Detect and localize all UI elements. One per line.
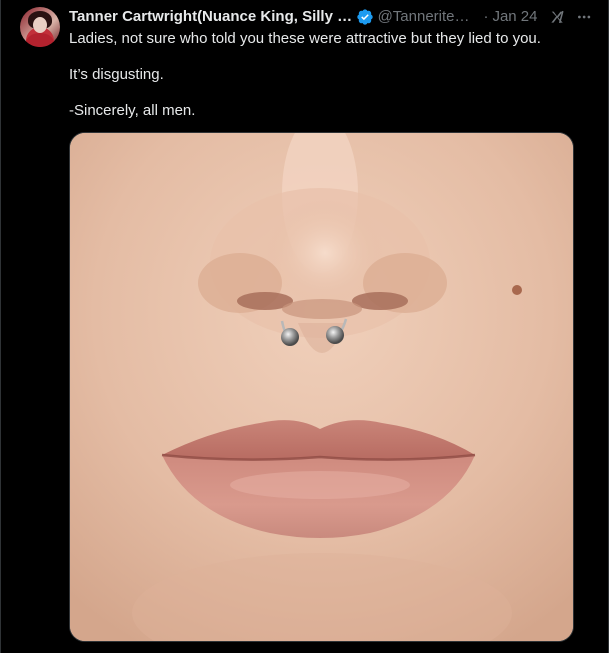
tweet-media-image[interactable]	[69, 132, 574, 642]
avatar-face	[33, 17, 47, 33]
verified-badge-icon[interactable]	[356, 8, 374, 26]
tweet-header: Tanner Cartwright(Nuance King, Silly Bap…	[69, 7, 592, 27]
display-name[interactable]: Tanner Cartwright(Nuance King, Silly Bap…	[69, 7, 353, 27]
tweet-line-3: -Sincerely, all men.	[69, 102, 196, 119]
tweet-date[interactable]: Jan 24	[492, 7, 537, 27]
face-photo	[70, 133, 573, 641]
avatar-body	[26, 33, 54, 47]
more-options-icon[interactable]	[576, 8, 592, 26]
tweet-card[interactable]: Tanner Cartwright(Nuance King, Silly Bap…	[0, 0, 609, 653]
tweet-line-2: It’s disgusting.	[69, 66, 164, 83]
separator-dot: ·	[483, 8, 489, 25]
tweet-line-1: Ladies, not sure who told you these were…	[69, 30, 541, 47]
user-handle[interactable]: @TanneriteCor...	[378, 7, 480, 27]
grok-icon[interactable]	[549, 8, 565, 26]
user-avatar[interactable]	[20, 7, 60, 47]
tweet-text: Ladies, not sure who told you these were…	[69, 29, 589, 137]
